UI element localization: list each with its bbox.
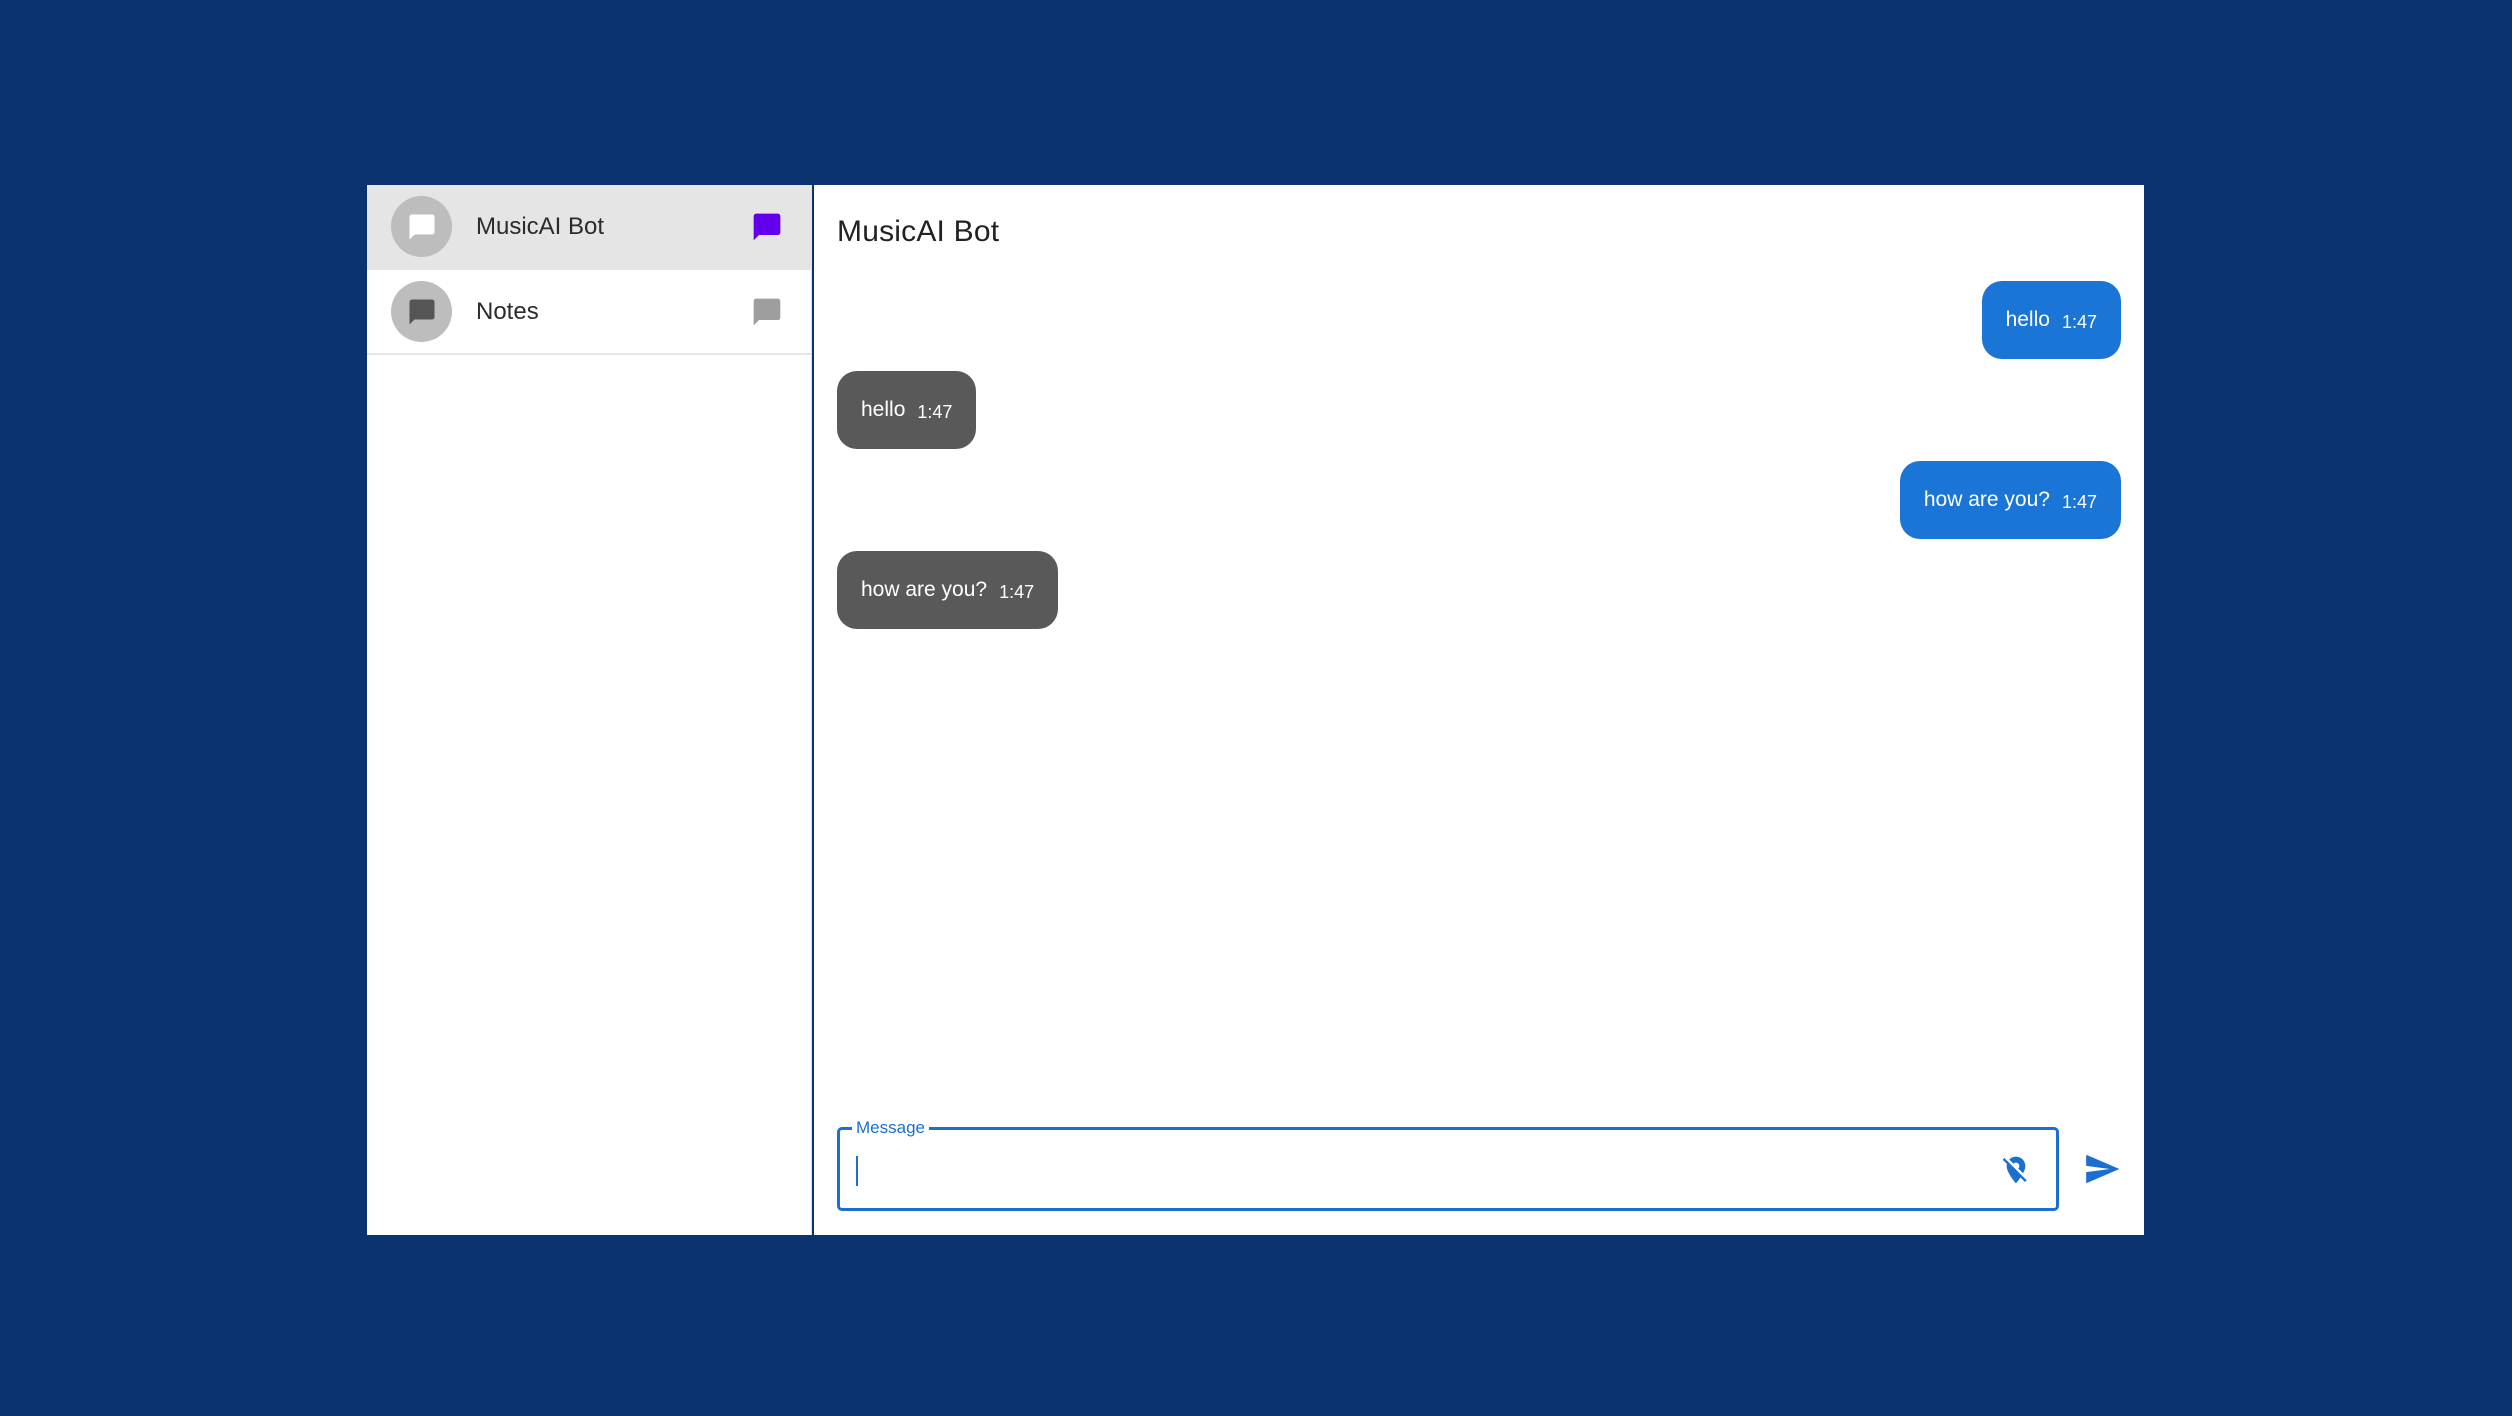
chat-icon [749,294,785,330]
outgoing-message: how are you? 1:47 [1899,461,2121,539]
send-icon [2086,1154,2120,1184]
message-input[interactable] [854,1140,1986,1198]
avatar [391,196,452,257]
message-text: how are you? [861,578,988,601]
send-button[interactable] [2059,1127,2121,1211]
chat-title: MusicAI Bot [837,215,1000,248]
message-field-label: Message [852,1118,929,1138]
message-time: 1:47 [2061,311,2097,332]
message-composer: Message [837,1118,2121,1211]
location-toggle-button[interactable] [1998,1152,2034,1188]
chat-app: MusicAI Bot Notes MusicAI Bot hello 1:47… [367,185,2144,1235]
message-time: 1:47 [2061,491,2097,512]
outgoing-message: hello 1:47 [1981,281,2121,359]
avatar [391,281,452,342]
message-time: 1:47 [999,581,1035,602]
message-text: hello [2005,308,2050,331]
incoming-message: hello 1:47 [837,371,977,449]
conversation-sidebar: MusicAI Bot Notes [367,185,812,1235]
chat-bubble-icon [409,299,434,324]
conversation-item-musicai-bot[interactable]: MusicAI Bot [367,185,811,270]
conversation-name: MusicAI Bot [476,212,605,240]
message-text: how are you? [1923,488,2050,511]
chat-bubble-icon [409,214,434,239]
location-off-icon [2002,1156,2027,1184]
chat-panel: MusicAI Bot hello 1:47 hello 1:47 how ar… [814,185,2144,1235]
unread-chat-icon [749,209,785,245]
text-caret [856,1156,858,1186]
message-time: 1:47 [917,401,953,422]
conversation-name: Notes [476,297,539,325]
incoming-message: how are you? 1:47 [837,551,1059,629]
conversation-item-notes[interactable]: Notes [367,270,811,355]
message-text: hello [861,398,906,421]
message-field: Message [837,1118,2059,1211]
